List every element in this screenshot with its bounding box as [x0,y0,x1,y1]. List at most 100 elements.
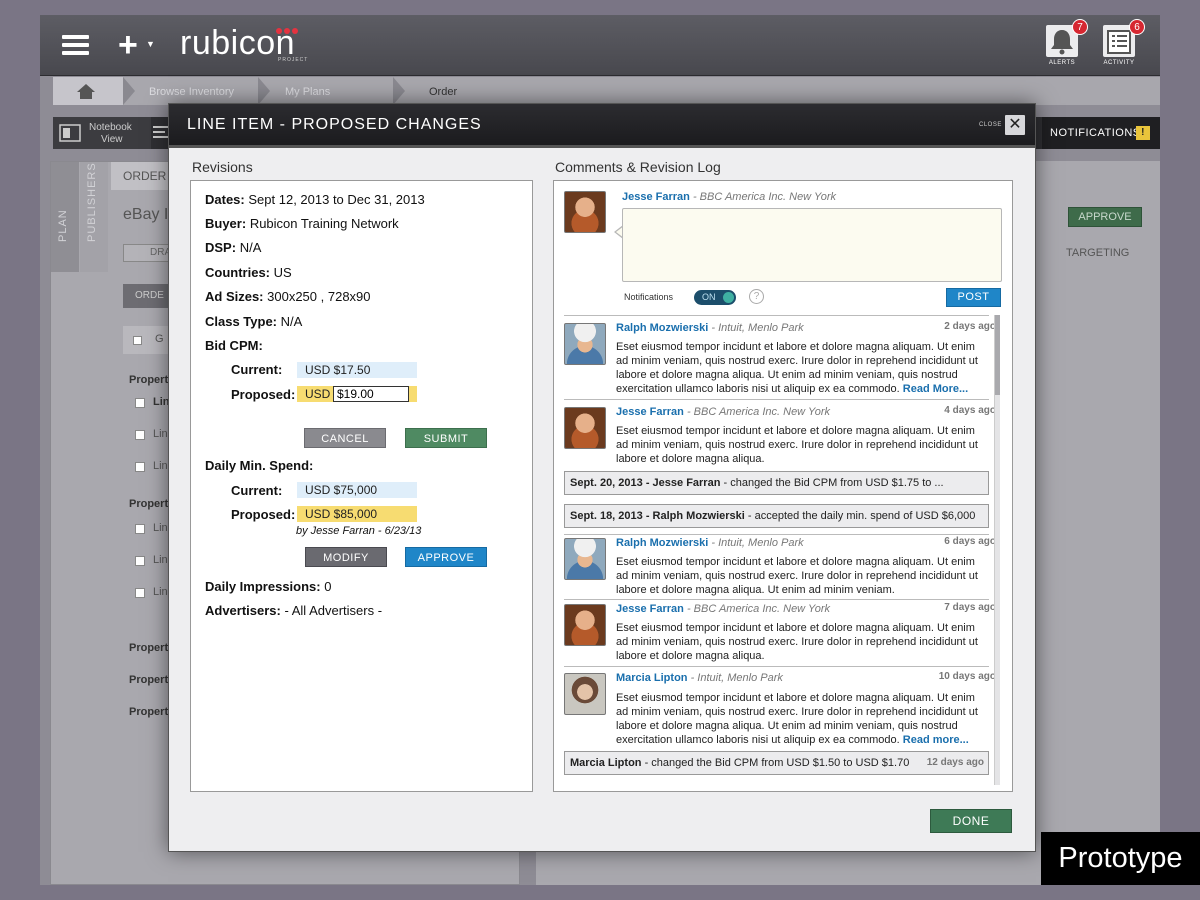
activity-count: 6 [1129,19,1145,35]
log-who: Sept. 20, 2013 - Jesse Farran [570,477,721,489]
log-who: Sept. 18, 2013 - Ralph Mozwierski [570,510,745,522]
line-checkbox[interactable] [135,398,145,408]
proposed-changes-modal: LINE ITEM - PROPOSED CHANGES CLOSE ✕ Rev… [168,103,1036,852]
help-icon[interactable]: ? [749,289,764,304]
line-checkbox[interactable] [135,524,145,534]
activity-button[interactable]: 6 ACTIVITY [1099,19,1145,71]
comment-body: Eset eiusmod tempor incidunt et labore e… [616,691,988,747]
comment-body: Eset eiusmod tempor incidunt et labore e… [616,340,988,396]
comment-org: - BBC America Inc. New York [686,603,830,615]
class-type-value: N/A [280,314,303,329]
line-checkbox[interactable] [135,462,145,472]
avatar [564,191,606,233]
line-checkbox[interactable] [135,556,145,566]
class-type-label: Class Type: [205,314,278,329]
comment-text: Eset eiusmod tempor incidunt et labore e… [616,622,978,662]
close-label[interactable]: CLOSE [979,122,1002,128]
tab-plan[interactable]: PLAN [51,162,79,272]
ad-sizes-label: Ad Sizes: [205,289,264,304]
background-targeting-tab[interactable]: TARGETING [1066,247,1129,259]
background-approve-button[interactable]: APPROVE [1068,207,1142,227]
bid-cpm-row: Bid CPM: [205,338,263,353]
bid-proposed-input[interactable] [333,386,409,402]
comment-time: 2 days ago [944,321,996,332]
notifications-button[interactable]: NOTIFICATIONS ! [1042,117,1160,149]
comment-org: - Intuit, Menlo Park [711,322,804,334]
close-icon[interactable]: ✕ [1005,115,1025,135]
caret-down-icon[interactable]: ▼ [146,39,155,49]
plus-icon[interactable]: + [118,27,138,63]
composer-name: Jesse Farran [622,191,690,203]
buyer-row: Buyer: Rubicon Training Network [205,216,399,231]
property-group-2: Property Line Line Line [123,494,174,624]
divider [564,534,989,535]
modify-button[interactable]: MODIFY [305,547,387,567]
post-button[interactable]: POST [946,288,1001,307]
list-view-icon[interactable] [153,125,169,141]
breadcrumb-order[interactable]: Order [429,77,457,105]
home-button[interactable] [53,77,123,105]
notifications-toggle[interactable]: ON [694,290,736,305]
daily-current-value: USD $75,000 [297,482,417,498]
comment-author: Ralph Mozwierski - Intuit, Menlo Park [616,537,804,549]
daily-impressions-label: Daily Impressions: [205,579,321,594]
notebook-view-button[interactable]: Notebook View [53,117,151,149]
daily-proposed-label: Proposed: [231,507,296,522]
avatar [564,673,606,715]
countries-label: Countries: [205,265,270,280]
tab-publishers[interactable]: PUBLISHERS [80,162,108,272]
comment-name: Jesse Farran [616,603,684,615]
countries-row: Countries: US [205,265,292,280]
bid-proposed-currency: USD [305,387,331,401]
comment-name: Jesse Farran [616,406,684,418]
comment-name: Marcia Lipton [616,672,688,684]
scrollbar-thumb[interactable] [995,315,1000,395]
class-type-row: Class Type: N/A [205,314,302,329]
cancel-button[interactable]: CANCEL [304,428,386,448]
notifications-label: Notifications [624,292,674,302]
comments-scrollbar[interactable] [994,315,1000,785]
dates-label: Dates: [205,192,245,207]
breadcrumb-browse-inventory[interactable]: Browse Inventory [149,77,234,105]
log-what: - changed the Bid CPM from USD $1.50 to … [644,757,910,769]
bid-current-label: Current: [231,362,283,377]
line-checkbox[interactable] [135,588,145,598]
submit-button[interactable]: SUBMIT [405,428,487,448]
divider [564,399,989,400]
bell-icon: 7 [1046,19,1088,57]
select-all-checkbox[interactable] [133,336,142,345]
done-button[interactable]: DONE [930,809,1012,833]
tab-order[interactable]: ORDE [123,284,173,308]
composer-org: - BBC America Inc. New York [692,191,836,203]
advertisers-label: Advertisers: [205,603,281,618]
approve-button[interactable]: APPROVE [405,547,487,567]
divider [564,315,989,316]
bid-current-row: Current: [231,362,282,377]
read-more-link[interactable]: Read more... [903,734,969,746]
comment-input[interactable] [622,208,1002,282]
comment-time: 6 days ago [944,536,996,547]
home-icon [77,84,95,99]
read-more-link[interactable]: Read More... [903,383,968,395]
comments-panel: Jesse Farran - BBC America Inc. New York… [553,180,1013,792]
notebook-label-1: Notebook [89,122,132,133]
alerts-button[interactable]: 7 ALERTS [1042,19,1088,71]
bid-proposed-row: Proposed: [231,387,295,402]
avatar [564,538,606,580]
modal-title: LINE ITEM - PROPOSED CHANGES [187,116,482,133]
ad-sizes-row: Ad Sizes: 300x250 , 728x90 [205,289,371,304]
notebook-label-2: View [101,134,123,145]
breadcrumb-my-plans[interactable]: My Plans [285,77,330,105]
bid-current-value: USD $17.50 [297,362,417,378]
daily-min-spend-label: Daily Min. Spend: [205,458,314,473]
menu-icon[interactable] [62,35,89,56]
daily-proposed-row: Proposed: [231,507,295,522]
divider [564,599,989,600]
tab-draft[interactable]: DRA [123,244,173,262]
revision-log-entry: Marcia Lipton - changed the Bid CPM from… [564,751,989,775]
log-time: 12 days ago [926,757,984,768]
line-checkbox[interactable] [135,430,145,440]
comment-author: Jesse Farran - BBC America Inc. New York [616,603,830,615]
dsp-label: DSP: [205,240,237,255]
avatar [564,407,606,449]
